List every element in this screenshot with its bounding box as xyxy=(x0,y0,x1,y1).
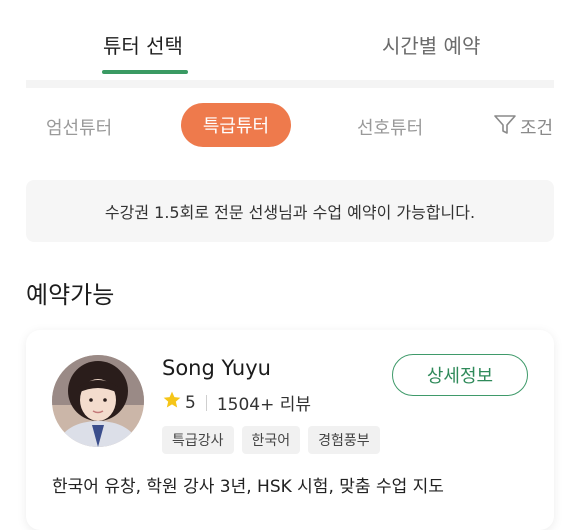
rating-divider xyxy=(205,394,207,411)
tutor-card[interactable]: Song Yuyu 5 1504+ 리뷰 특급강사 한국어 경험풍부 상세정보 … xyxy=(26,330,554,530)
notice-banner: 수강권 1.5회로 전문 선생님과 수업 예약이 가능합니다. xyxy=(26,180,554,242)
filter-chip-preferred-tutor[interactable]: 선호튜터 xyxy=(357,114,423,140)
notice-text: 수강권 1.5회로 전문 선생님과 수업 예약이 가능합니다. xyxy=(104,203,476,222)
tag-korean: 한국어 xyxy=(241,426,301,454)
tutor-tags: 특급강사 한국어 경험풍부 xyxy=(162,426,380,454)
tutor-description: 한국어 유창, 학원 강사 3년, HSK 시험, 맞춤 수업 지도 xyxy=(52,477,444,497)
rating-row: 5 1504+ 리뷰 xyxy=(162,390,311,415)
condition-filter-label: 조건 xyxy=(520,117,554,139)
condition-filter-button[interactable]: 조건 xyxy=(493,112,553,141)
avatar xyxy=(52,355,144,447)
section-title: 예약가능 xyxy=(26,281,115,309)
tab-tutor-select[interactable]: 튜터 선택 xyxy=(103,30,183,59)
detail-info-button[interactable]: 상세정보 xyxy=(392,354,528,396)
active-tab-indicator xyxy=(102,70,188,74)
tag-experienced: 경험풍부 xyxy=(308,426,380,454)
rating-value: 5 xyxy=(185,392,196,413)
tutor-filter-bar: 엄선튜터 특급튜터 선호튜터 조건 xyxy=(0,100,580,152)
filter-chip-selected-tutor[interactable]: 엄선튜터 xyxy=(46,114,112,140)
top-tabs: 튜터 선택 시간별 예약 xyxy=(0,0,580,78)
tutor-name: Song Yuyu xyxy=(162,356,271,380)
tab-time-booking[interactable]: 시간별 예약 xyxy=(382,30,480,59)
funnel-icon xyxy=(493,112,517,141)
review-count: 1504+ 리뷰 xyxy=(216,395,312,415)
filter-chip-premium-tutor[interactable]: 특급튜터 xyxy=(181,103,291,147)
star-icon xyxy=(162,390,182,415)
section-divider xyxy=(26,80,554,88)
tag-premium-instructor: 특급강사 xyxy=(162,426,234,454)
